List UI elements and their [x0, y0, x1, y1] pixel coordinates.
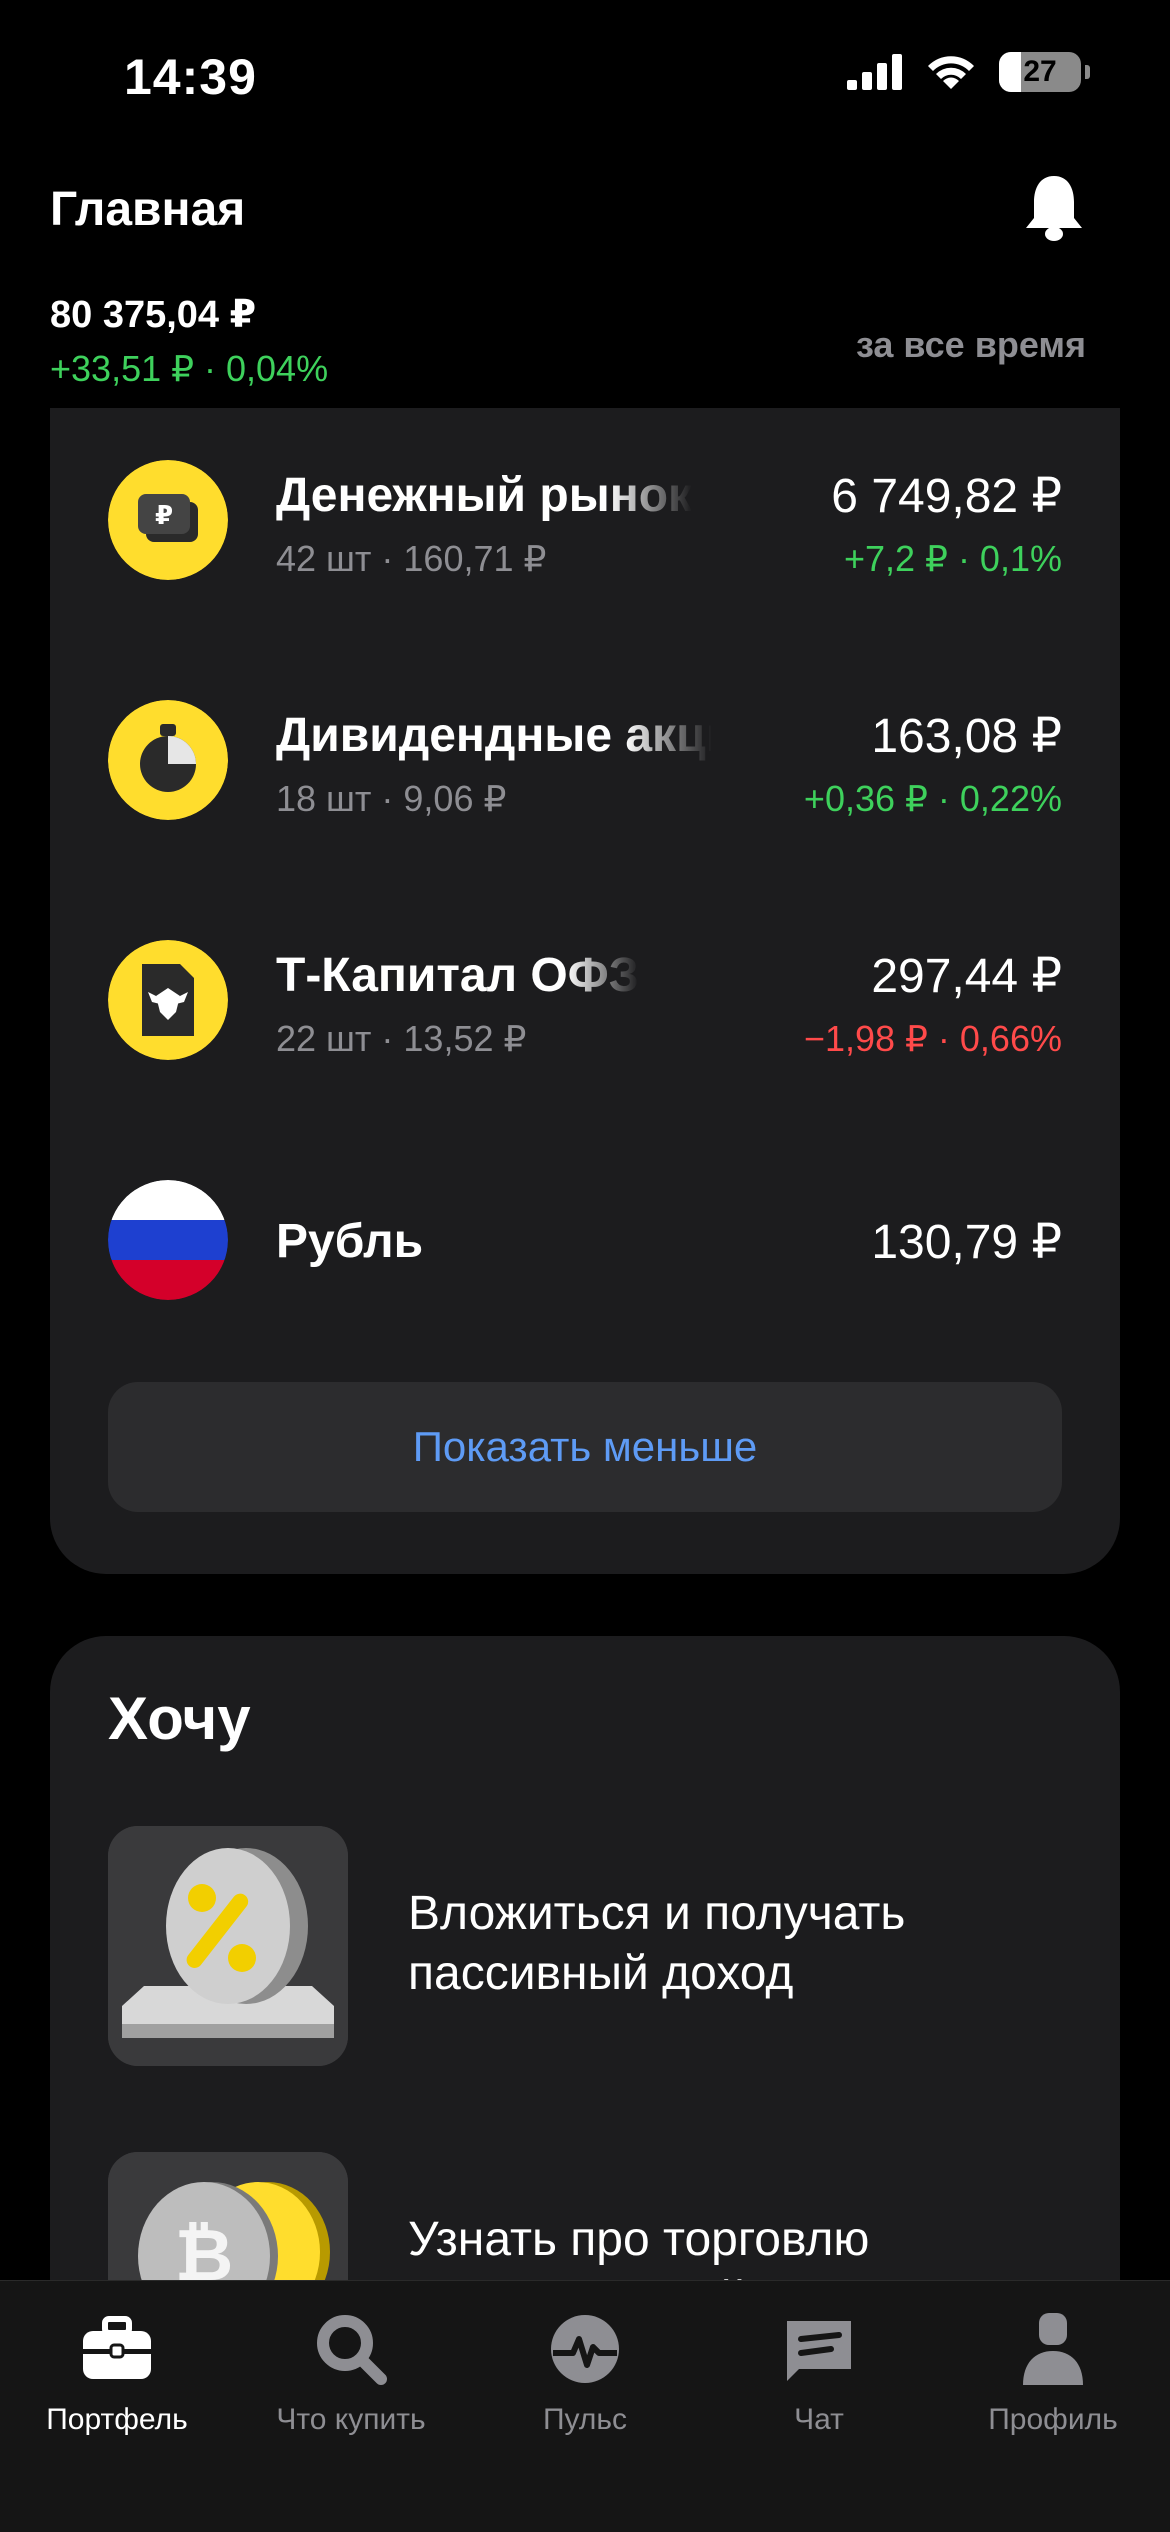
tab-label: Что купить — [276, 2403, 426, 2436]
want-item-line: пассивный доход — [408, 1947, 794, 2000]
asset-change: −1,98 ₽ · 0,66% — [803, 1018, 1062, 1059]
want-item-line: Вложиться и получать — [408, 1887, 906, 1940]
chat-icon — [787, 2321, 851, 2381]
asset-value: 297,44 ₽ — [871, 950, 1062, 1003]
asset-row-money-market[interactable]: ₽ Денежный рынок 42 шт · 160,71 ₽ 6 749,… — [108, 460, 1062, 580]
profile-icon — [1023, 2313, 1083, 2385]
section-title: Хочу — [108, 1685, 251, 1752]
tab-what-to-buy[interactable]: Что купить — [234, 2299, 468, 2459]
pulse-icon — [551, 2315, 619, 2383]
wifi-icon — [928, 56, 974, 89]
asset-change: +0,36 ₽ · 0,22% — [803, 778, 1062, 819]
asset-row-ofz[interactable]: Т-Капитал ОФЗ 22 шт · 13,52 ₽ 297,44 ₽ −… — [108, 940, 1062, 1060]
asset-name: Рубль — [276, 1215, 424, 1268]
asset-quantity-price: 22 шт · 13,52 ₽ — [276, 1018, 527, 1059]
want-item-text: Вложиться и получать пассивный доход — [408, 1884, 1048, 2004]
tab-label: Портфель — [46, 2403, 188, 2436]
bond-fund-icon — [108, 940, 228, 1060]
briefcase-icon — [83, 2316, 151, 2379]
page-title: Главная — [50, 183, 246, 236]
asset-value: 163,08 ₽ — [871, 710, 1062, 763]
tab-label: Профиль — [988, 2403, 1118, 2436]
asset-row-ruble[interactable]: Рубль 130,79 ₽ — [108, 1180, 1062, 1300]
portfolio-total-value: 80 375,04 ₽ — [50, 294, 257, 336]
asset-row-dividend-stocks[interactable]: Дивидендные акции 18 шт · 9,06 ₽ 163,08 … — [108, 700, 1062, 820]
asset-value: 130,79 ₽ — [871, 1216, 1062, 1269]
asset-value: 6 749,82 ₽ — [831, 470, 1062, 523]
show-less-button[interactable]: Показать меньше — [108, 1382, 1062, 1512]
asset-change: +7,2 ₽ · 0,1% — [843, 538, 1062, 579]
battery-percent: 27 — [1023, 55, 1057, 88]
money-market-fund-icon: ₽ — [108, 460, 228, 580]
tab-pulse[interactable]: Пульс — [468, 2299, 702, 2459]
asset-name: Дивидендные акции — [276, 709, 712, 762]
want-item-passive-income[interactable]: Вложиться и получать пассивный доход — [108, 1826, 1062, 2066]
cellular-signal-icon — [847, 54, 902, 90]
asset-name: Т-Капитал ОФЗ — [276, 949, 639, 1002]
portfolio-card: ₽ Денежный рынок 42 шт · 160,71 ₽ 6 749,… — [50, 408, 1120, 1574]
period-selector[interactable]: за все время — [856, 324, 1086, 366]
tab-bar: Портфель Что купить Пульс Чат Профиль — [0, 2280, 1170, 2532]
asset-quantity-price: 18 шт · 9,06 ₽ — [276, 778, 507, 819]
svg-text:₽: ₽ — [155, 501, 173, 531]
tab-label: Пульс — [542, 2403, 628, 2436]
russian-flag-icon — [108, 1180, 228, 1300]
tab-chat[interactable]: Чат — [702, 2299, 936, 2459]
want-item-line: Узнать про торговлю — [408, 2213, 870, 2266]
portfolio-total-change: +33,51 ₽ · 0,04% — [50, 348, 329, 389]
bell-icon[interactable] — [1022, 172, 1086, 242]
percent-coin-icon — [108, 1826, 348, 2066]
search-icon — [317, 2315, 387, 2385]
asset-quantity-price: 42 шт · 160,71 ₽ — [276, 538, 547, 579]
status-time: 14:39 — [124, 49, 257, 105]
status-icons: 27 — [847, 52, 1090, 92]
dividend-fund-icon — [108, 700, 228, 820]
battery-nub — [1085, 65, 1090, 79]
status-bar: 14:39 27 — [0, 0, 1170, 150]
tab-portfolio[interactable]: Портфель — [0, 2299, 234, 2459]
asset-name: Денежный рынок — [276, 469, 693, 522]
battery-icon: 27 — [999, 52, 1081, 92]
tab-profile[interactable]: Профиль — [936, 2299, 1170, 2459]
tab-label: Чат — [794, 2403, 844, 2436]
battery-level-fill — [999, 52, 1022, 92]
